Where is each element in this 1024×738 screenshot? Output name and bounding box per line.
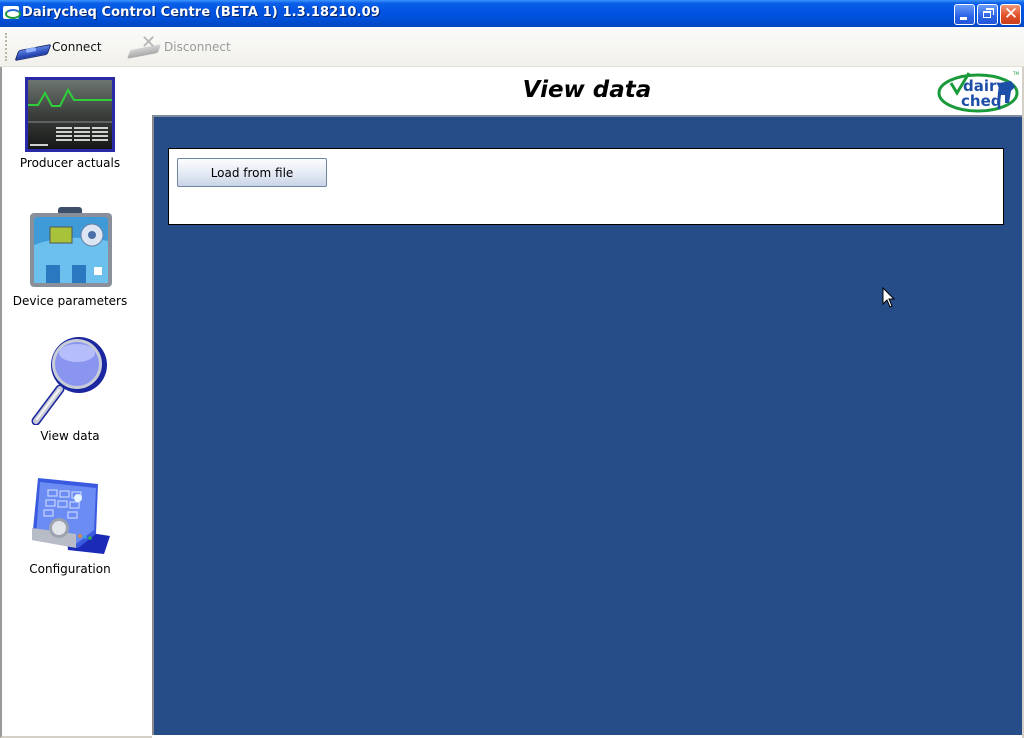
toolbar-grip[interactable] [5,33,7,61]
mouse-cursor-icon [882,287,896,308]
minimize-icon [960,17,967,20]
device-parameters-icon [26,205,114,290]
toolbar: Connect Disconnect [0,27,1024,67]
title-bar[interactable]: Dairycheq Control Centre (BETA 1) 1.3.18… [0,0,1024,27]
page-header: View data dairy cheq TM [152,67,1022,115]
logo-text-cheq: cheq [961,92,1001,110]
connect-label: Connect [52,40,102,54]
sidebar-item-label: Producer actuals [19,156,121,170]
configuration-icon [26,474,114,558]
app-icon [3,6,21,19]
load-from-file-button[interactable]: Load from file [177,158,327,187]
load-panel: Load from file [168,148,1004,225]
disconnect-button[interactable]: Disconnect [128,31,231,63]
minimize-button[interactable] [954,4,975,25]
window-title: Dairycheq Control Centre (BETA 1) 1.3.18… [22,5,380,20]
close-icon: ✕ [1003,4,1019,24]
sidebar-item-view-data[interactable]: View data [2,335,138,443]
connect-icon [16,34,50,60]
close-button[interactable]: ✕ [1000,4,1021,25]
disconnect-icon [128,32,162,60]
sidebar-item-configuration[interactable]: Configuration [2,474,138,576]
producer-actuals-icon [25,77,115,152]
logo-trademark: TM [1012,71,1019,76]
connect-button[interactable]: Connect [16,31,102,63]
app-window: Dairycheq Control Centre (BETA 1) 1.3.18… [0,0,1024,738]
restore-button[interactable] [977,4,998,25]
sidebar-item-label: Configuration [29,562,111,576]
magnifier-icon [30,335,110,426]
sidebar-item-label: View data [40,429,100,443]
page-title: View data [522,77,652,103]
sidebar-item-device-parameters[interactable]: Device parameters [2,205,138,308]
content-area: Load from file [152,115,1022,735]
dairycheq-logo: dairy cheq TM [937,69,1021,113]
sidebar-item-label: Device parameters [12,294,128,308]
sidebar: Producer actuals Device parameters View … [0,67,152,738]
disconnect-label: Disconnect [164,40,231,54]
sidebar-item-producer-actuals[interactable]: Producer actuals [2,77,138,170]
